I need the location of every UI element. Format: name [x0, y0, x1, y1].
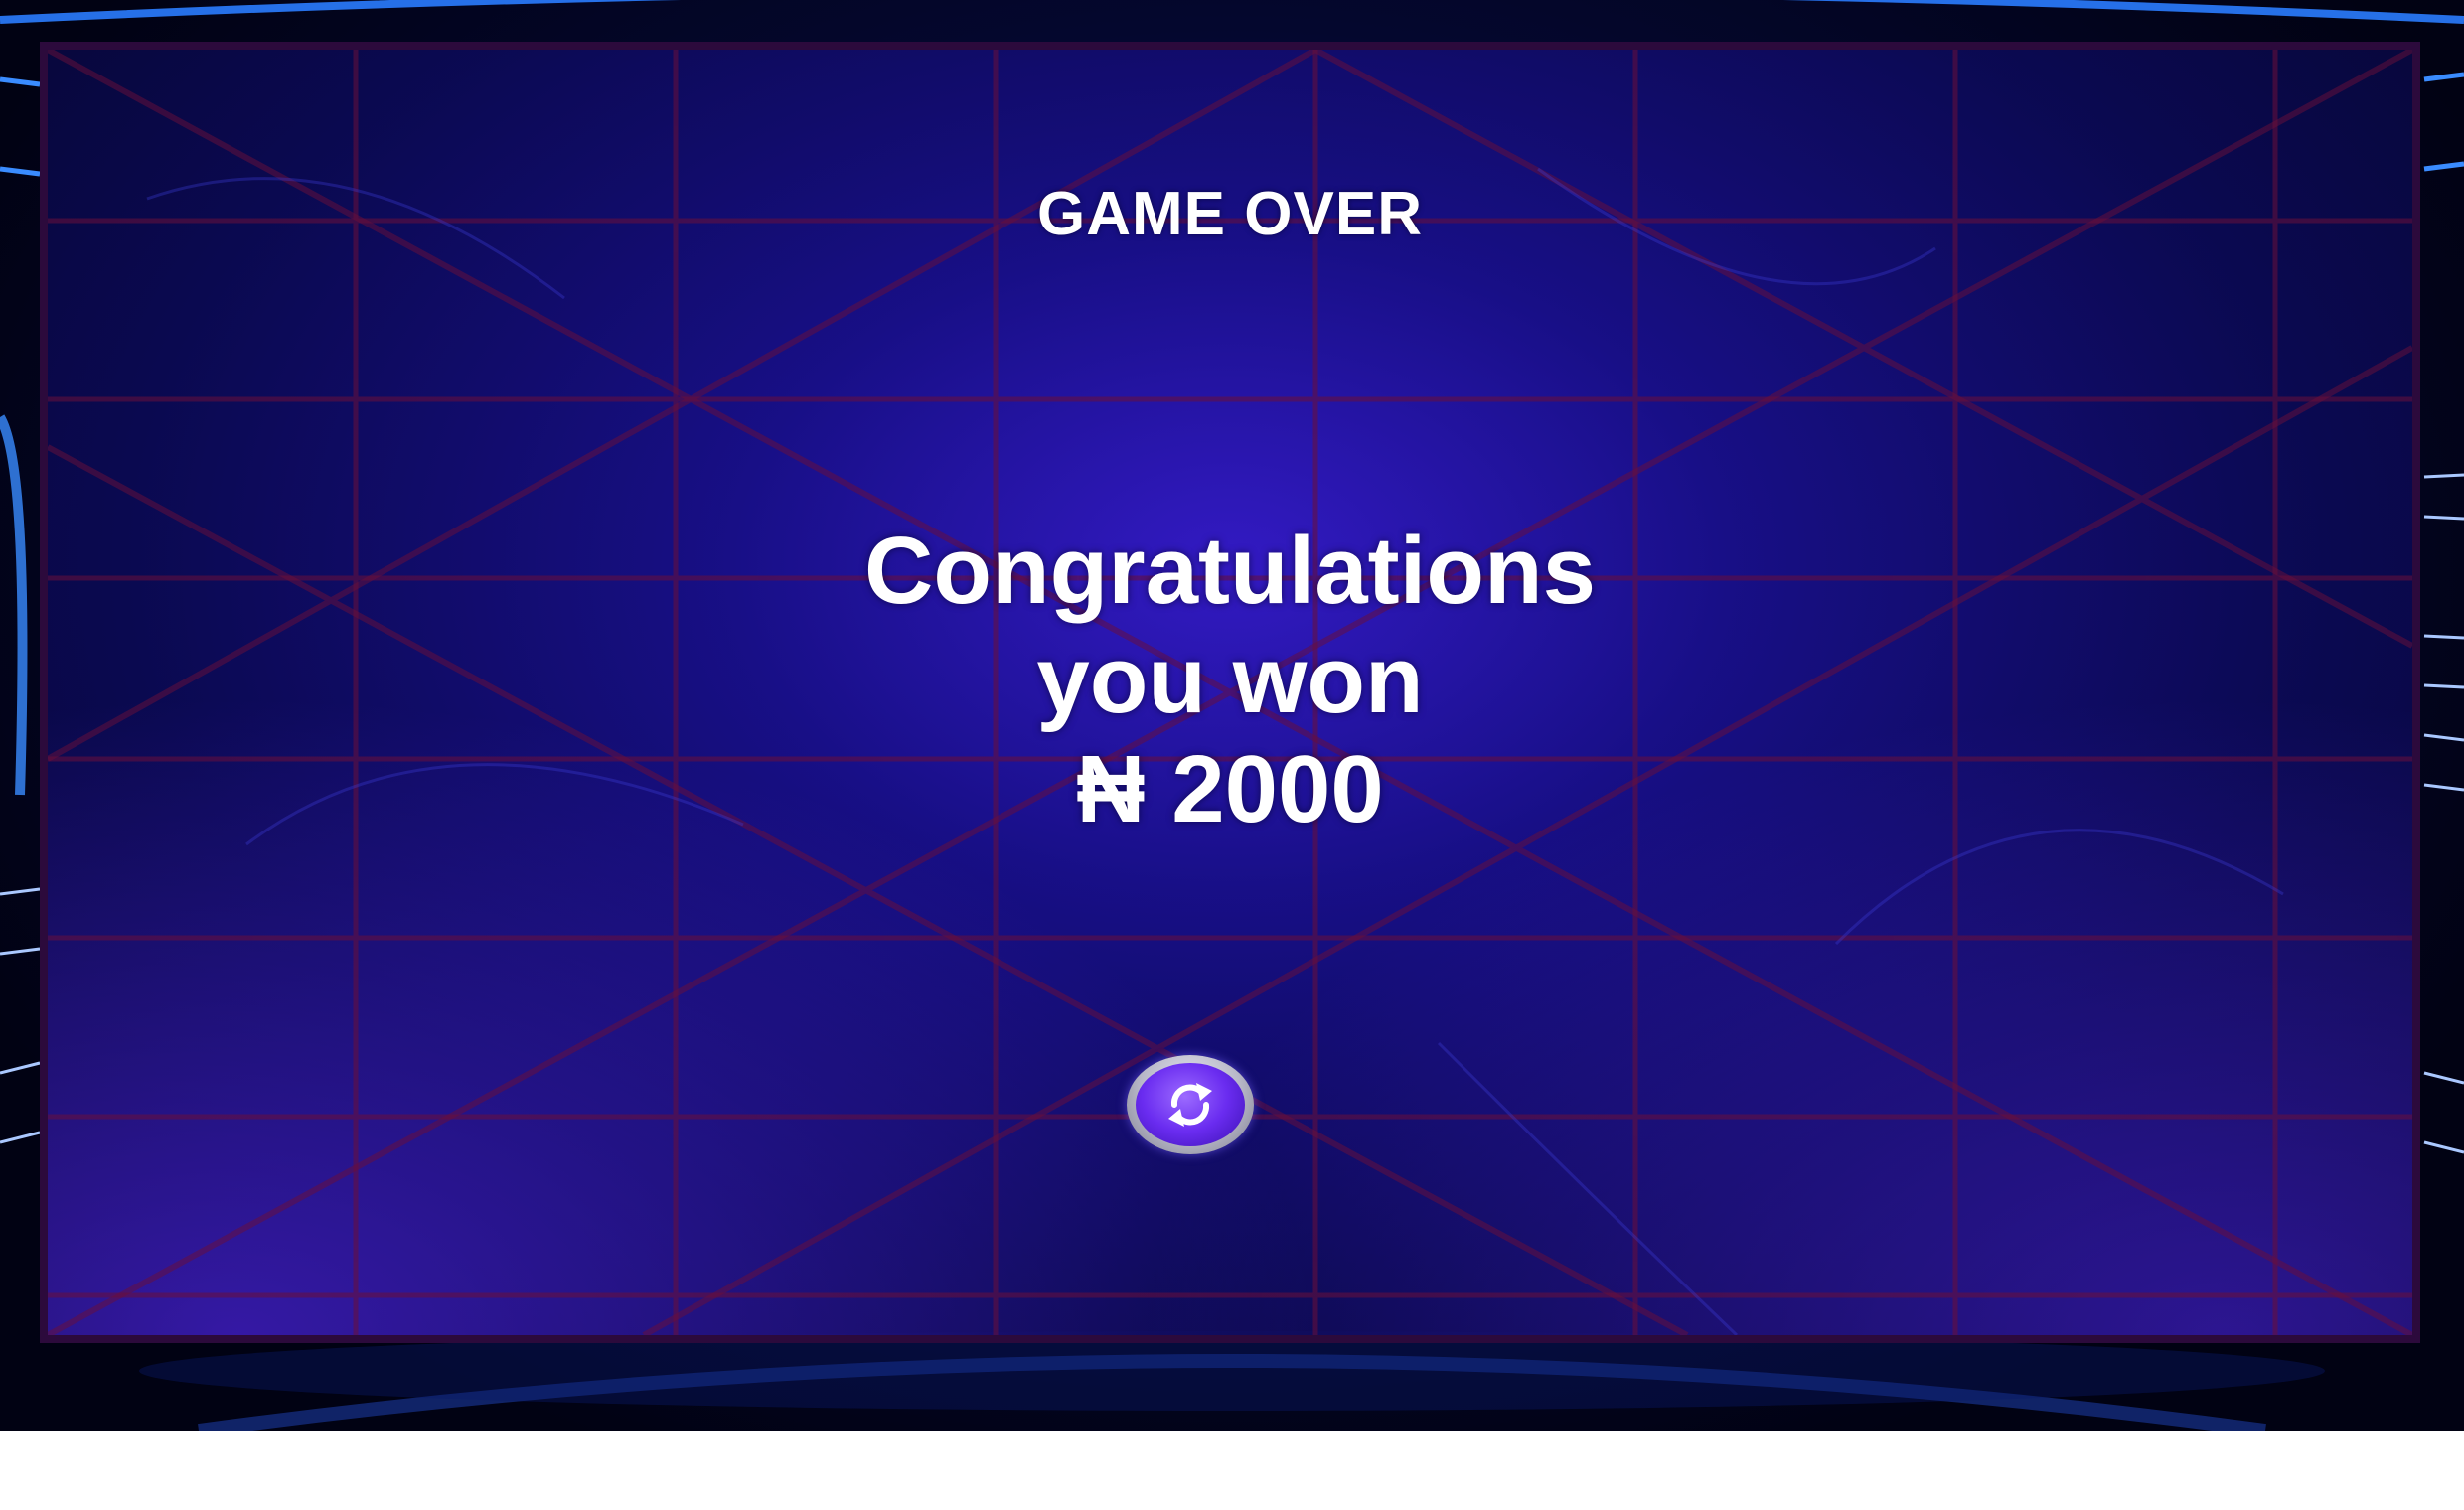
prize-amount-line: ₦ 2000 — [48, 735, 2412, 844]
game-over-panel: GAME OVER Congratulations you won ₦ 2000 — [40, 42, 2420, 1343]
win-message: Congratulations you won ₦ 2000 — [48, 517, 2412, 844]
congratulations-text: Congratulations — [864, 518, 1596, 624]
replay-button[interactable] — [1127, 1055, 1254, 1154]
you-won-text: you won — [1036, 627, 1424, 733]
currency-symbol: ₦ — [1076, 736, 1146, 842]
replay-button-face[interactable] — [1136, 1063, 1245, 1146]
prize-amount: 2000 — [1171, 736, 1384, 842]
game-over-title: GAME OVER — [1037, 180, 1423, 248]
game-stage: GAME OVER Congratulations you won ₦ 2000 — [0, 0, 2464, 1431]
replay-arrows-icon — [1168, 1083, 1212, 1127]
